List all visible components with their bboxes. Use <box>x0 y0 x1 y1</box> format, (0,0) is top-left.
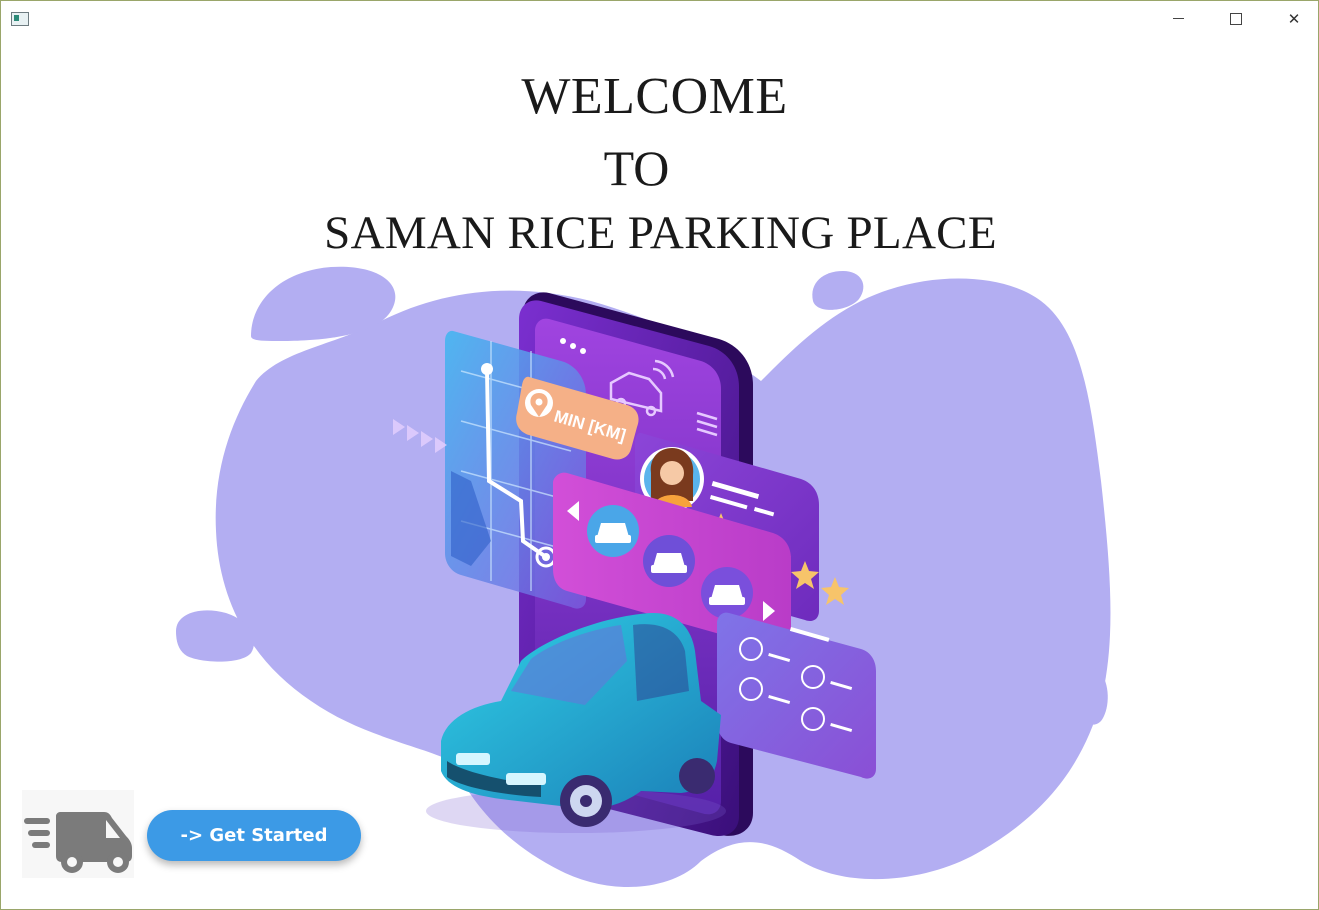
welcome-heading: WELCOME <box>521 68 788 125</box>
delivery-van-icon <box>22 790 134 878</box>
car-option-2-icon <box>643 535 695 587</box>
get-started-button[interactable]: -> Get Started <box>147 810 361 861</box>
parking-app-illustration: MIN [KM] <box>176 266 1111 888</box>
car-option-3-icon <box>701 567 753 619</box>
parking-place-heading: SAMAN RICE PARKING PLACE <box>324 207 997 259</box>
to-heading: TO <box>603 140 670 196</box>
car-option-1-icon <box>587 505 639 557</box>
app-window: ✕ MIN [KM] WELCOME TO SAMAN RICE PARKING… <box>0 0 1319 910</box>
